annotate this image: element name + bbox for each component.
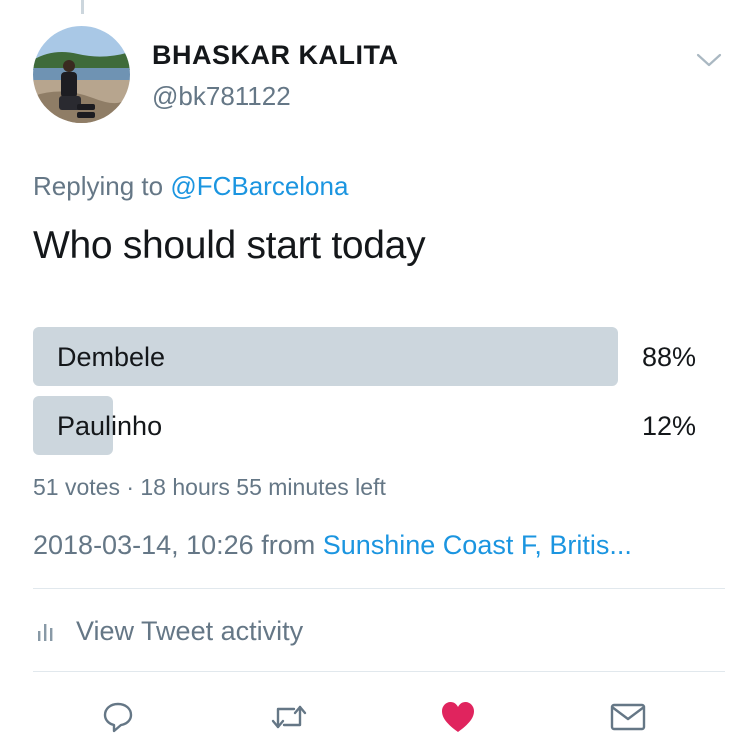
avatar[interactable]: [33, 26, 130, 123]
poll-option[interactable]: Dembele 88%: [33, 327, 698, 386]
from-label: from: [261, 530, 316, 560]
tweet-timestamp: 2018-03-14, 10:26 from Sunshine Coast F,…: [33, 530, 632, 561]
reply-button[interactable]: [98, 697, 138, 737]
poll-option-label: Dembele: [57, 342, 166, 372]
reply-icon: [103, 702, 133, 733]
poll-option-label: Paulinho: [57, 411, 163, 441]
divider: [33, 671, 725, 672]
tweet-text: Who should start today: [33, 224, 426, 267]
share-via-message-button[interactable]: [608, 697, 648, 737]
bar-chart-icon: [38, 624, 53, 641]
author-name[interactable]: BHASKAR KALITA: [152, 40, 398, 71]
like-button[interactable]: [438, 697, 478, 737]
mention-link[interactable]: @FCBarcelona: [170, 171, 348, 201]
poll-meta: 51 votes · 18 hours 55 minutes left: [33, 474, 386, 500]
poll-option-percent: 12%: [641, 411, 696, 441]
retweet-button[interactable]: [269, 697, 309, 737]
location-link[interactable]: Sunshine Coast F, Britis...: [323, 530, 632, 560]
view-tweet-activity-label: View Tweet activity: [76, 615, 304, 646]
author-handle[interactable]: @bk781122: [152, 81, 291, 112]
divider: [33, 588, 725, 589]
heart-icon: [442, 702, 474, 732]
poll-option-percent: 88%: [641, 342, 696, 372]
poll-option[interactable]: Paulinho 12%: [33, 396, 698, 455]
thread-line: [81, 0, 84, 14]
view-tweet-activity-button[interactable]: View Tweet activity: [36, 614, 303, 648]
replying-prefix: Replying to: [33, 171, 164, 201]
replying-to: Replying to @FCBarcelona: [33, 171, 348, 202]
retweet-icon: [271, 705, 307, 729]
chevron-down-icon[interactable]: [695, 50, 723, 70]
tweet-datetime: 2018-03-14, 10:26: [33, 530, 254, 560]
envelope-icon: [610, 703, 646, 731]
